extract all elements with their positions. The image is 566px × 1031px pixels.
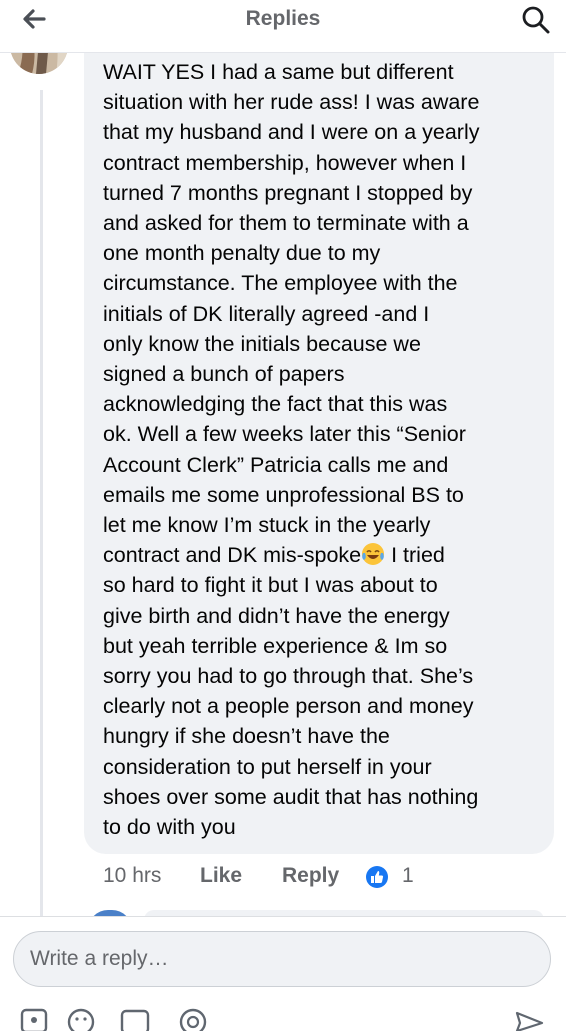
thumbs-up-icon[interactable] — [366, 866, 388, 888]
comment-line: contract membership, however when I — [103, 150, 467, 175]
comment-line: give birth and didn’t have the energy — [103, 603, 450, 628]
emoji-icon[interactable] — [66, 1007, 96, 1031]
comment-line: and asked for them to terminate with a — [103, 211, 469, 236]
comment-line: clearly not a people person and money — [103, 694, 474, 719]
comment-line: emails me some unprofessional BS to — [103, 482, 464, 507]
comment-line: only know the initials because we — [103, 331, 421, 356]
page-title: Replies — [245, 7, 321, 30]
comment-line: to do with you — [103, 815, 236, 840]
comment-line: initials of DK literally agreed -and I — [103, 301, 430, 326]
comment-line: situation with her rude ass! I was aware — [103, 90, 480, 115]
comment-line: so hard to fight it but I was about to — [103, 573, 438, 598]
reply-composer — [0, 916, 566, 1031]
camera-icon[interactable] — [20, 1007, 50, 1031]
thread-line — [40, 90, 43, 920]
comment-line: turned 7 months pregnant I stopped by — [103, 180, 473, 205]
comment-line: one month penalty due to my — [103, 241, 381, 266]
comment-line: shoes over some audit that has nothing — [103, 784, 479, 809]
comment-line: acknowledging the fact that this was — [103, 392, 448, 417]
face-with-tears-of-joy-icon — [361, 542, 385, 566]
comment-timestamp: 10 hrs — [103, 864, 162, 887]
top-bar: Replies — [0, 0, 566, 53]
comment-line: WAIT YES I had a same but different — [103, 60, 454, 84]
comment-line: let me know I’m stuck in the yearly — [103, 513, 431, 538]
like-button[interactable]: Like — [200, 864, 242, 888]
comment-line: hungry if she doesn’t have the — [103, 724, 390, 749]
comment-line: circumstance. The employee with the — [103, 271, 458, 296]
gif-icon[interactable] — [120, 1007, 150, 1031]
comment-line: ok. Well a few weeks later this “Senior — [103, 422, 466, 447]
sticker-icon[interactable] — [178, 1007, 208, 1031]
comment-line: contract and DK mis-spoke — [103, 543, 362, 568]
reply-button[interactable]: Reply — [282, 864, 339, 888]
search-icon — [522, 6, 550, 34]
comment-line: signed a bunch of papers — [103, 362, 345, 387]
comment-text: WAIT YES I had a same but different situa… — [103, 57, 523, 842]
reaction-count: 1 — [402, 864, 414, 887]
comment-line: sorry you had to go through that. She’s — [103, 664, 474, 689]
comment-line: Account Clerk” Patricia calls me and — [103, 452, 449, 477]
reply-input[interactable] — [13, 931, 551, 987]
comment-line: that my husband and I were on a yearly — [103, 120, 480, 145]
comment-line: consideration to put herself in your — [103, 754, 432, 779]
comment-line: but yeah terrible experience & Im so — [103, 633, 448, 658]
comment-line: I tried — [385, 543, 445, 568]
send-icon[interactable] — [514, 1007, 544, 1031]
search-button[interactable] — [516, 2, 556, 42]
